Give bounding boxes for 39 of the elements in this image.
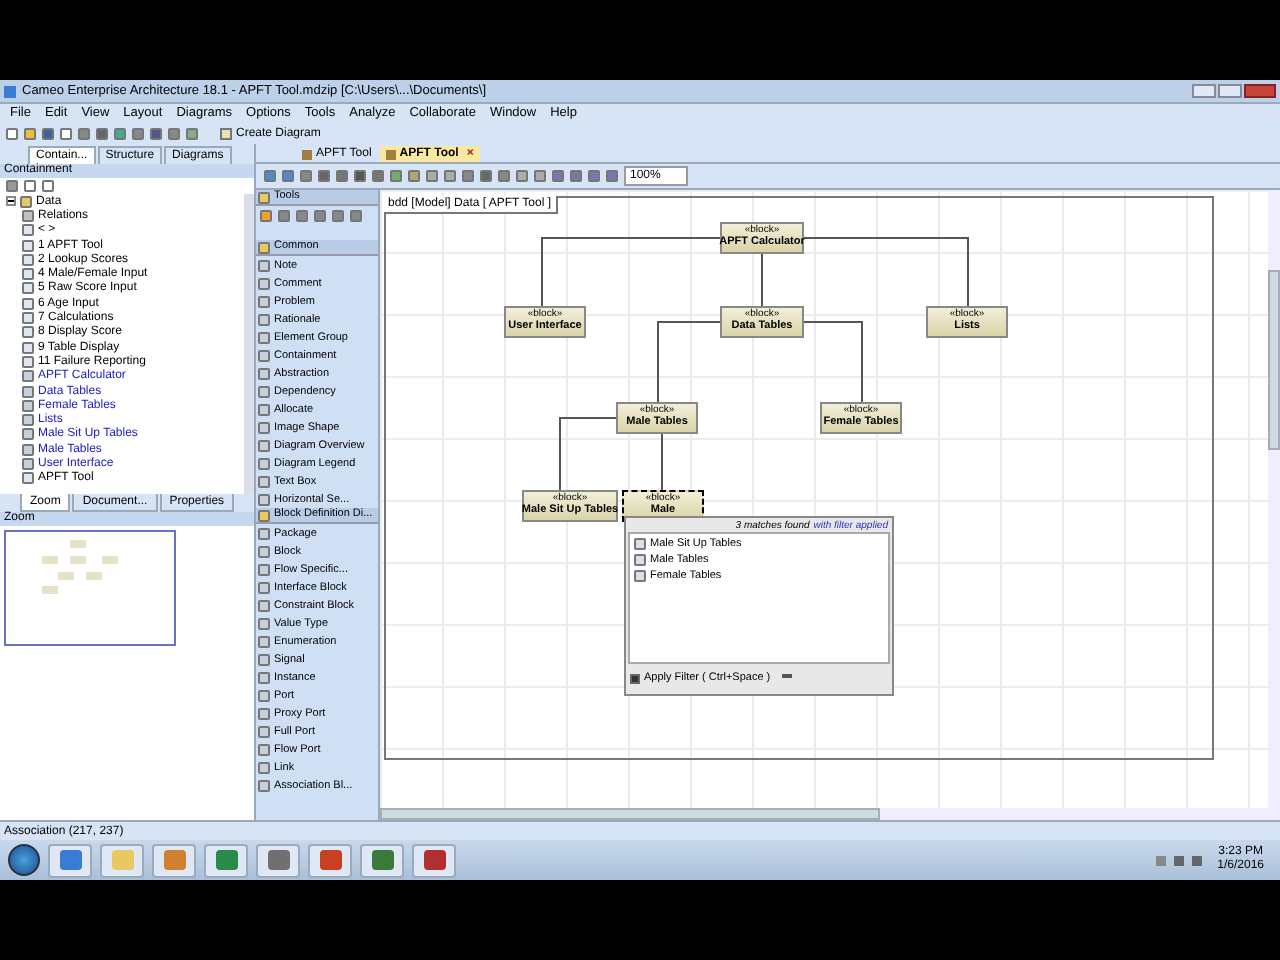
app-icon — [319, 850, 341, 870]
app-icon — [215, 850, 237, 870]
toolbar-icon — [6, 180, 18, 192]
taskbar-button[interactable] — [152, 843, 196, 877]
vertical-scrollbar[interactable] — [1268, 190, 1280, 808]
taskbar-button[interactable] — [412, 843, 456, 877]
app-icon — [371, 850, 393, 870]
app-icon — [59, 850, 81, 870]
connector-line[interactable] — [657, 321, 721, 403]
collapse-toggle[interactable] — [6, 196, 16, 207]
connector-line[interactable] — [803, 321, 863, 403]
horizontal-scrollbar[interactable] — [380, 808, 1280, 820]
diagram-icon — [385, 149, 396, 159]
taskbar-button[interactable] — [308, 843, 352, 877]
connector-line[interactable] — [803, 237, 969, 307]
maximize-button[interactable] — [1218, 84, 1242, 98]
app-icon — [423, 850, 445, 870]
tray-icon[interactable] — [1155, 855, 1166, 865]
diagram-icon — [220, 128, 232, 140]
app-icon — [267, 850, 289, 870]
scroll-thumb[interactable] — [1268, 270, 1280, 450]
app-icon — [111, 850, 133, 870]
taskbar-button[interactable] — [204, 843, 248, 877]
folder-icon — [258, 191, 270, 203]
app-icon — [4, 85, 16, 97]
scroll-thumb[interactable] — [380, 808, 880, 820]
folder-icon — [258, 509, 270, 521]
folder-icon — [258, 241, 270, 253]
folder-icon — [20, 195, 32, 208]
connector-line[interactable] — [541, 237, 721, 307]
filter-checkbox[interactable] — [630, 673, 640, 683]
close-button[interactable] — [1244, 84, 1276, 98]
start-button[interactable] — [8, 844, 40, 876]
diagram-icon — [302, 149, 312, 159]
minimize-button[interactable] — [1192, 84, 1216, 98]
taskbar-button[interactable] — [360, 843, 404, 877]
taskbar-button[interactable] — [256, 843, 300, 877]
connector-line[interactable] — [559, 417, 617, 491]
app-icon — [163, 850, 185, 870]
